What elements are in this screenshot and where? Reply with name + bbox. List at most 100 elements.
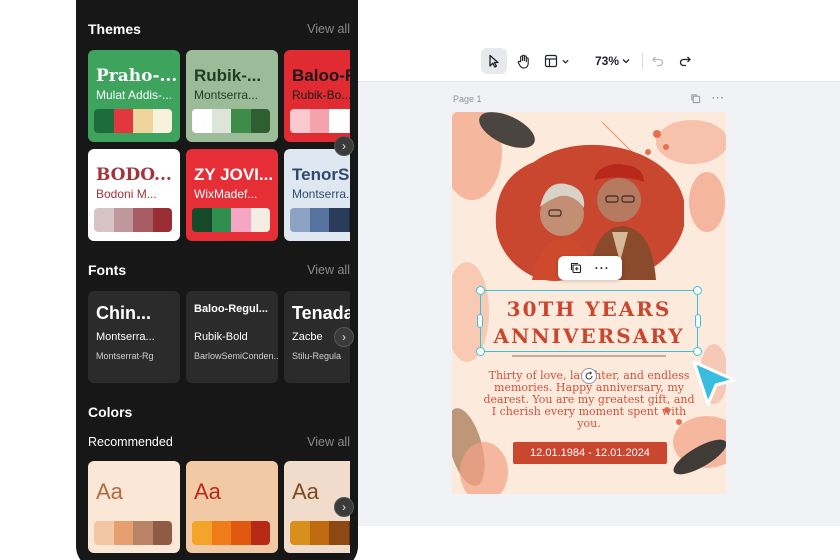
- theme-body-font: Mulat Addis-...: [96, 88, 173, 102]
- undo-icon: [652, 56, 664, 67]
- swatch: [192, 521, 212, 545]
- themes-row-1: Praho-... Mulat Addis-... Rubik-... Montse…: [88, 50, 350, 142]
- hand-tool-button[interactable]: [510, 48, 536, 74]
- redo-button[interactable]: [674, 48, 696, 74]
- font-card[interactable]: Baloo-Regul... Rubik-Bold BarlowSemiConden…: [186, 291, 278, 383]
- font-card[interactable]: Chin... Montserra... Montserrat-Rg: [88, 291, 180, 383]
- resize-handle-left[interactable]: [477, 314, 483, 328]
- theme-body-font: WixMadef...: [194, 187, 258, 201]
- fonts-scroll-right-button[interactable]: ›: [334, 327, 354, 347]
- title-text-box[interactable]: 30TH YEARS ANNIVERSARY: [476, 286, 702, 356]
- theme-card[interactable]: Baloo-Regu... Rubik-Bo...: [284, 50, 350, 142]
- design-panel: Themes View all Praho-... Mulat Addis-...…: [76, 0, 358, 560]
- theme-heading-font: ZY JOVI...: [194, 165, 274, 184]
- duplicate-icon[interactable]: [570, 262, 582, 274]
- swatch: [94, 521, 114, 545]
- theme-card[interactable]: Praho-... Mulat Addis-...: [88, 50, 180, 142]
- redo-icon: [679, 56, 691, 67]
- theme-body-font: Rubik-Bo...: [292, 88, 350, 102]
- color-palette-card[interactable]: Aa: [88, 461, 180, 553]
- swatch: [133, 208, 153, 232]
- color-swatches: [94, 109, 172, 133]
- swatch: [133, 521, 153, 545]
- resize-handle-top-left[interactable]: [476, 286, 485, 295]
- theme-body-font: Montserra...: [194, 88, 259, 102]
- anniversary-card[interactable]: ··· 30TH YEARS ANNIVERSARY Thirty of lov…: [452, 112, 726, 494]
- color-swatches: [290, 109, 350, 133]
- colors-view-all-link[interactable]: View all: [307, 435, 350, 449]
- cursor-pointer-icon: [692, 360, 736, 406]
- fonts-view-all-link[interactable]: View all: [307, 263, 350, 277]
- theme-body-font: Montserra...: [292, 187, 350, 201]
- theme-heading-font: Baloo-Regu...: [292, 66, 350, 85]
- swatch: [348, 109, 350, 133]
- font-subheading-sample: Rubik-Bold: [194, 331, 248, 343]
- swatch: [113, 208, 133, 232]
- themes-view-all-link[interactable]: View all: [307, 22, 350, 36]
- fonts-heading: Fonts: [88, 262, 127, 278]
- swatch: [309, 521, 329, 545]
- swatch: [113, 109, 133, 133]
- swatch: [152, 208, 172, 232]
- colors-scroll-right-button[interactable]: ›: [334, 497, 354, 517]
- swatch: [290, 109, 310, 133]
- app-stage: 73% Page 1 ··· ··· 30TH YEARS ANNIVERSAR…: [0, 0, 840, 560]
- theme-heading-font: Rubik-...: [194, 66, 262, 85]
- copy-icon: [691, 94, 701, 104]
- palette-text-sample: Aa: [292, 479, 319, 504]
- swatch: [329, 521, 349, 545]
- font-heading-sample: Baloo-Regul...: [194, 303, 268, 315]
- font-body-sample: Montserrat-Rg: [96, 351, 154, 361]
- swatch: [290, 208, 310, 232]
- card-title-line1: 30TH YEARS: [506, 297, 672, 321]
- swatch: [94, 109, 114, 133]
- font-heading-sample: Tenada: [292, 303, 350, 323]
- resize-handle-bottom-right[interactable]: [693, 347, 702, 356]
- themes-row-2: BODO... Bodoni M... ZY JOVI... WixMadef...…: [88, 149, 350, 241]
- chevron-down-icon: [562, 59, 569, 64]
- swatch: [192, 208, 212, 232]
- zoom-dropdown-button[interactable]: [618, 48, 634, 74]
- duplicate-page-button[interactable]: [690, 93, 701, 107]
- theme-card[interactable]: BODO... Bodoni M...: [88, 149, 180, 241]
- color-swatches: [192, 208, 270, 232]
- swatch: [152, 521, 172, 545]
- select-tool-button[interactable]: [481, 48, 507, 74]
- color-palette-card[interactable]: Aa: [186, 461, 278, 553]
- rotate-handle[interactable]: [581, 368, 597, 384]
- card-title-line2: ANNIVERSARY: [493, 324, 685, 348]
- page-more-button[interactable]: ···: [712, 93, 725, 104]
- page-label: Page 1: [453, 94, 482, 104]
- swatch: [290, 521, 310, 545]
- theme-card[interactable]: TenorS... Montserra...: [284, 149, 350, 241]
- font-subheading-sample: Montserra...: [96, 331, 155, 343]
- swatch: [329, 208, 349, 232]
- chevron-down-icon: [622, 59, 630, 64]
- theme-card[interactable]: ZY JOVI... WixMadef...: [186, 149, 278, 241]
- resize-handle-top-right[interactable]: [693, 286, 702, 295]
- swatch: [231, 208, 251, 232]
- toolbar-divider: [642, 53, 643, 69]
- theme-card[interactable]: Rubik-... Montserra...: [186, 50, 278, 142]
- swatch: [211, 109, 231, 133]
- theme-heading-font: TenorS...: [292, 165, 350, 184]
- swatch: [192, 109, 212, 133]
- fonts-row: Chin... Montserra... Montserrat-Rg Baloo-R…: [88, 291, 350, 383]
- swatch: [211, 521, 231, 545]
- undo-button[interactable]: [647, 48, 669, 74]
- colors-row: Aa Aa Aa: [88, 461, 350, 553]
- layout-menu-button[interactable]: [540, 48, 574, 74]
- more-options-button[interactable]: ···: [595, 261, 610, 275]
- resize-handle-bottom-left[interactable]: [476, 347, 485, 356]
- swatch: [231, 521, 251, 545]
- color-swatches: [290, 521, 350, 545]
- themes-scroll-right-button[interactable]: ›: [334, 136, 354, 156]
- swatch: [152, 109, 172, 133]
- card-date[interactable]: 12.01.1984 - 12.01.2024: [513, 442, 667, 464]
- swatch: [309, 109, 329, 133]
- rotate-icon: [585, 371, 593, 380]
- swatch: [113, 521, 133, 545]
- colors-heading: Colors: [88, 404, 133, 420]
- resize-handle-right[interactable]: [695, 314, 701, 328]
- swatch: [231, 109, 251, 133]
